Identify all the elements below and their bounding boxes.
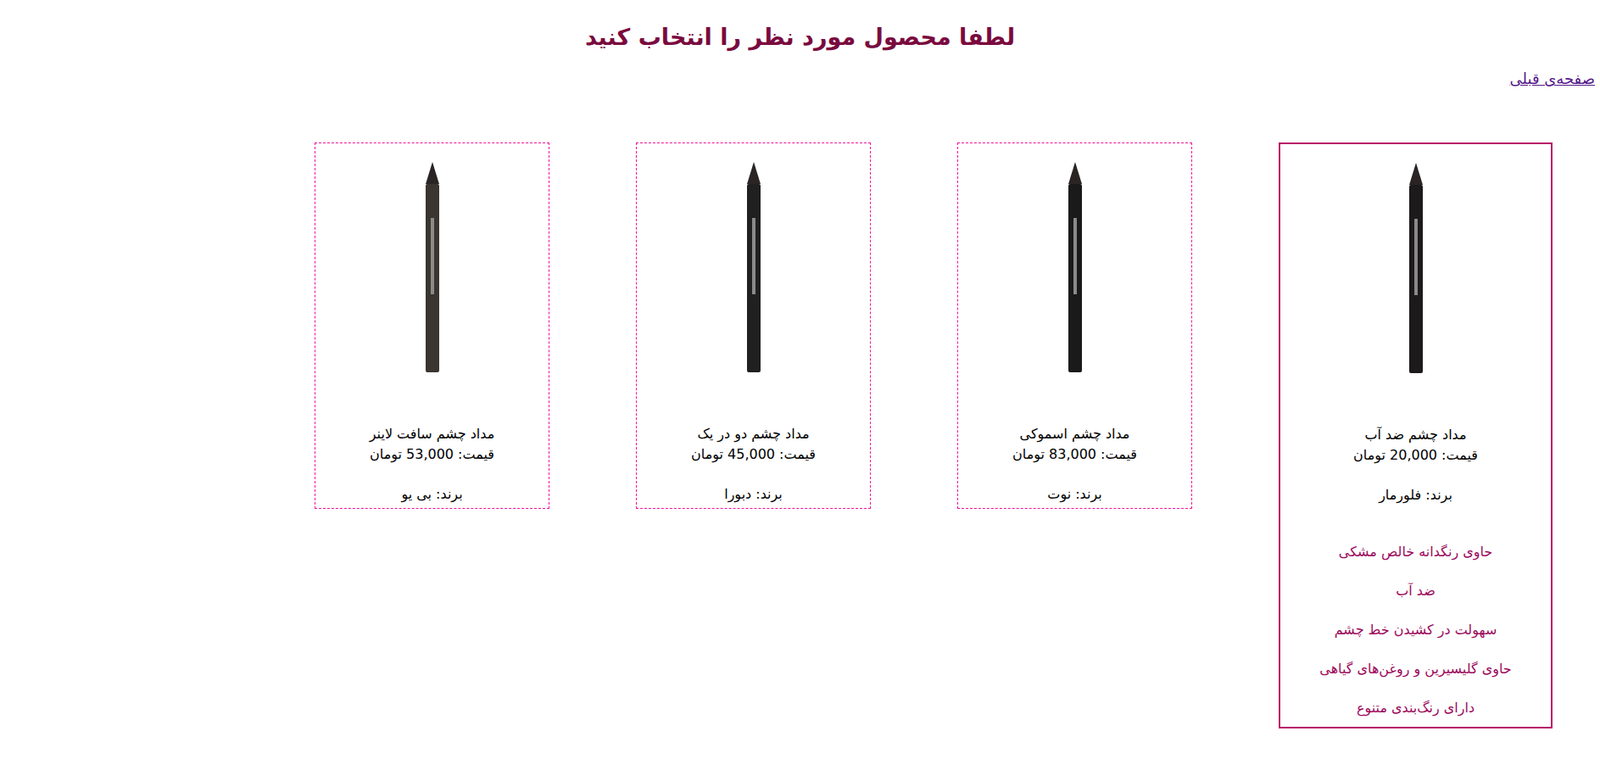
- product-image: [963, 150, 1187, 388]
- feature-item: حاوی گلیسیرین و روغن‌های گیاهی: [1319, 658, 1511, 680]
- product-image: [641, 150, 865, 388]
- eyeliner-pencil-icon: [736, 158, 771, 380]
- feature-item: دارای رنگ‌بندی متنوع: [1319, 697, 1511, 719]
- product-brand: برند: دبورا: [724, 484, 783, 505]
- product-name: مداد چشم دو در یک: [696, 423, 809, 445]
- feature-item: ضد آب: [1319, 580, 1511, 602]
- product-name: مداد چشم سافت لاینر: [369, 423, 495, 445]
- product-price: قیمت: 83,000 تومان: [1012, 444, 1138, 465]
- product-card[interactable]: مداد چشم اسموکیقیمت: 83,000 تومان برند: ن…: [957, 142, 1193, 509]
- eyeliner-pencil-icon: [1399, 159, 1433, 380]
- product-price: قیمت: 20,000 تومان: [1353, 445, 1478, 466]
- feature-item: حاوی رنگدانه خالص مشکی: [1319, 541, 1511, 563]
- product-brand: برند: فلورمار: [1378, 485, 1453, 506]
- product-card[interactable]: مداد چشم دو در یکقیمت: 45,000 تومان برند:…: [635, 142, 871, 509]
- product-list: مداد چشم ضد آبقیمت: 20,000 تومان برند: فل…: [0, 142, 1600, 729]
- product-card[interactable]: مداد چشم ضد آبقیمت: 20,000 تومان برند: فل…: [1278, 142, 1553, 729]
- eyeliner-pencil-icon: [1058, 158, 1093, 380]
- product-price: قیمت: 45,000 تومان: [691, 444, 816, 465]
- product-image: [1285, 150, 1546, 389]
- eyeliner-pencil-icon: [415, 158, 450, 380]
- product-image: [320, 150, 544, 388]
- back-link[interactable]: صفحه‌ی قبلی: [1510, 67, 1595, 90]
- feature-item: سهولت در کشیدن خط چشم: [1319, 619, 1511, 641]
- product-price: قیمت: 53,000 تومان: [369, 444, 495, 465]
- product-brand: برند: بی یو: [401, 484, 463, 505]
- page-title: لطفا محصول مورد نظر را انتخاب کنید: [0, 0, 1600, 53]
- product-name: مداد چشم ضد آب: [1364, 424, 1467, 446]
- feature-list: حاوی رنگدانه خالص مشکی ضد آب سهولت در کشید…: [1319, 541, 1511, 719]
- product-card[interactable]: مداد چشم سافت لاینرقیمت: 53,000 تومان برن…: [314, 142, 550, 509]
- product-name: مداد چشم اسموکی: [1020, 423, 1131, 445]
- product-brand: برند: نوت: [1047, 484, 1102, 505]
